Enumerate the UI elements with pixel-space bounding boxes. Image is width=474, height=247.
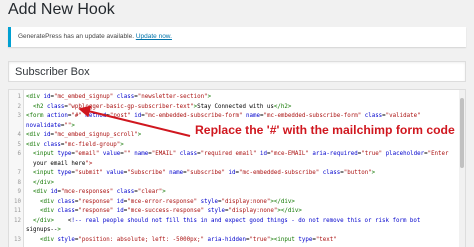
scrollbar-thumb[interactable] bbox=[460, 98, 464, 168]
code-line[interactable]: 8 </div> bbox=[9, 179, 459, 189]
code-line[interactable]: 12 </div> <!-- real people should not fi… bbox=[9, 217, 459, 227]
code-line-text: </div> bbox=[32, 179, 54, 186]
line-number: 11 bbox=[14, 208, 21, 214]
line-number: 13 bbox=[14, 236, 21, 243]
code-line-text: <div id="mc_embed_signup" class="newslet… bbox=[26, 94, 212, 100]
line-number: 9 bbox=[17, 189, 22, 195]
code-line[interactable]: 1 <div id="mc_embed_signup" class="newsle… bbox=[9, 93, 459, 103]
code-line-text: novalidate=""> bbox=[26, 122, 75, 129]
code-line[interactable]: 3 <form action="#" method="post" id="mc-e… bbox=[9, 112, 459, 122]
line-number: 7 bbox=[17, 170, 22, 176]
update-now-link[interactable]: Update now. bbox=[136, 33, 172, 40]
code-line-text: </div> <!-- real people should not fill … bbox=[32, 217, 421, 224]
update-notice: GeneratePress has an update available. U… bbox=[8, 27, 466, 47]
code-line[interactable]: 9 <div id="mce-responses" class="clear"> bbox=[9, 188, 459, 198]
line-number: 5 bbox=[17, 141, 22, 148]
line-number: 4 bbox=[17, 132, 22, 138]
annotation-label: Replace the '#' with the mailchimp form … bbox=[195, 123, 455, 137]
line-number: 6 bbox=[17, 151, 22, 157]
line-number: 2 bbox=[17, 103, 22, 110]
code-line-text: <div class="response" id="mce-success-re… bbox=[39, 208, 302, 214]
code-line-text: <div id="mce-responses" class="clear"> bbox=[32, 189, 166, 195]
line-number: 1 bbox=[17, 94, 22, 100]
line-number: 12 bbox=[14, 217, 21, 224]
code-line-text: <h2 class="wpblogger-basic-gp-subscriber… bbox=[32, 103, 292, 110]
code-line[interactable]: 10 <div class="response" id="mce-error-r… bbox=[9, 198, 459, 208]
code-line[interactable]: signups--> bbox=[9, 226, 459, 236]
code-line-text: <div id="mc_embed_signup_scroll"> bbox=[26, 132, 142, 138]
code-line-text: <input type="submit" value="Subscribe" n… bbox=[32, 170, 376, 176]
code-line[interactable]: 11 <div class="response" id="mce-success… bbox=[9, 207, 459, 217]
code-line[interactable]: 13 <div style="position: absolute; left:… bbox=[9, 236, 459, 246]
code-line-text: <form action="#" method="post" id="mc-em… bbox=[26, 113, 421, 119]
code-line-text: <div style="position: absolute; left: -5… bbox=[39, 236, 337, 243]
code-line-text: signups--> bbox=[26, 227, 61, 233]
code-line[interactable]: 6 <input type="email" value="" name="EMA… bbox=[9, 150, 459, 160]
code-editor[interactable]: 1 <div id="mc_embed_signup" class="newsle… bbox=[8, 89, 466, 247]
code-line-text: <div class="mc-field-group"> bbox=[26, 141, 124, 148]
code-line[interactable]: your email here"> bbox=[9, 160, 459, 170]
code-line[interactable]: 2 <h2 class="wpblogger-basic-gp-subscrib… bbox=[9, 103, 459, 113]
code-line-text: <input type="email" value="" name="EMAIL… bbox=[32, 151, 449, 157]
code-lines[interactable]: 1 <div id="mc_embed_signup" class="newsle… bbox=[9, 93, 459, 245]
page-title: Add New Hook bbox=[8, 1, 115, 18]
line-number: 10 bbox=[14, 198, 21, 205]
code-line-text: <div class="response" id="mce-error-resp… bbox=[39, 198, 295, 205]
editor-scrollbar[interactable] bbox=[459, 90, 465, 247]
code-line[interactable]: 5 <div class="mc-field-group"> bbox=[9, 141, 459, 151]
notice-message: GeneratePress has an update available. bbox=[18, 33, 136, 40]
code-line[interactable]: 7 <input type="submit" value="Subscribe"… bbox=[9, 169, 459, 179]
code-line-text: your email here"> bbox=[26, 160, 93, 167]
hook-title-input[interactable] bbox=[8, 61, 466, 82]
line-number: 8 bbox=[17, 179, 22, 186]
line-number: 3 bbox=[17, 113, 22, 119]
